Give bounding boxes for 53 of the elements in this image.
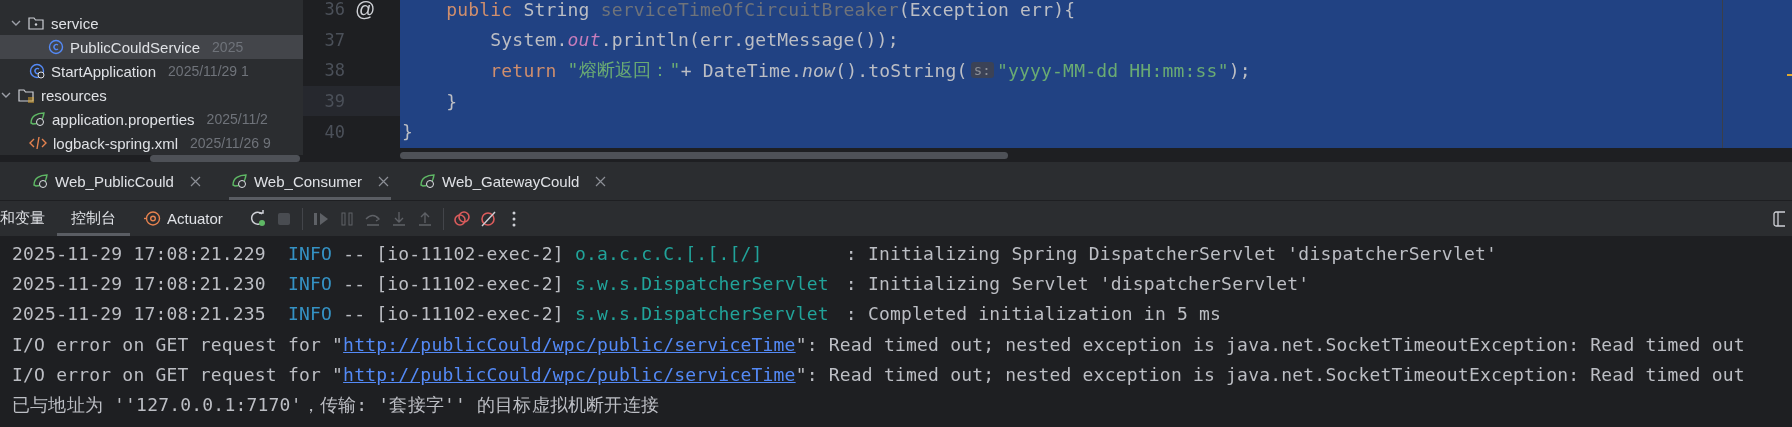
leaf-icon <box>230 173 248 189</box>
log-line: 2025-11-29 17:08:21.235 INFO -- [io-11102-exec-2] s.w.s.DispatcherServlet : Completed initialization in 5 ms <box>12 302 1223 327</box>
item-label: application.properties <box>52 110 195 128</box>
layout-icon[interactable] <box>1773 210 1785 227</box>
tree-item[interactable]: logback-spring.xml 2025/11/26 9 <box>0 131 303 155</box>
item-label: StartApplication <box>51 62 157 80</box>
folder-icon <box>18 87 35 103</box>
breakpoints-icon[interactable] <box>452 209 471 228</box>
message-text: ": Read timed out; nested exception is java.net.SocketTimeoutException: Read timed out <box>795 333 1745 355</box>
class-icon <box>48 39 64 55</box>
modified-date: 2025/11/2 <box>206 111 268 127</box>
code-tag-icon <box>29 136 47 150</box>
close-icon[interactable] <box>189 175 201 187</box>
log-line: 2025-11-29 17:08:21.230 INFO -- [io-11102-exec-2] s.w.s.DispatcherServlet : Initializing Servlet 'dispatcherServlet' <box>12 271 1311 296</box>
run-tab[interactable]: Web_GatewayCould <box>417 162 609 200</box>
class-icon <box>29 63 45 79</box>
target-icon <box>144 210 161 227</box>
scrollbar-thumb[interactable] <box>400 151 1008 159</box>
log-line: 2025-11-29 17:08:21.229 INFO -- [io-11102-exec-2] o.a.c.c.C.[.[.[/] : Initializing Spring DispatcherServlet 'dispatcherServlet' <box>12 241 1499 266</box>
mute-breakpoints-icon[interactable] <box>478 209 497 228</box>
leaf-icon <box>32 173 49 189</box>
override-marker[interactable]: @ <box>355 0 376 21</box>
code-line: return "熔断返回："+ DateTime.now().toString( s: "yyyy-MM-dd HH:mm:ss"); <box>489 58 1252 83</box>
url-link[interactable]: http://publicCould/wpc/public/serviceTime <box>343 333 796 355</box>
item-label: logback-spring.xml <box>53 134 179 152</box>
message-text: I/O error on GET request for " <box>12 333 344 355</box>
message-text: I/O error on GET request for " <box>12 363 344 385</box>
close-icon[interactable] <box>595 175 607 187</box>
code-line: } <box>445 89 459 114</box>
disconnect-message: 已与地址为 ''127.0.0.1:7170'，传输: '套接字'' 的目标虚拟机断开连接 <box>12 392 661 417</box>
close-icon[interactable] <box>378 175 390 187</box>
code-line: System.out.println(err.getMessage()); <box>489 28 900 53</box>
leaf-icon <box>419 173 437 189</box>
console-tab[interactable]: 和变量 <box>0 201 45 236</box>
code-line: public String serviceTimeOfCircuitBreaker(Exception err){ <box>445 0 1077 22</box>
tree-item[interactable]: service <box>0 11 303 35</box>
message-text: ": Read timed out; nested exception is java.net.SocketTimeoutException: Read timed out <box>795 363 1745 385</box>
leaf-icon <box>29 111 46 127</box>
modified-date: 2025/11/29 1 <box>168 63 249 79</box>
console-tab[interactable]: Actuator <box>130 201 237 236</box>
run-tab[interactable]: Web_PublicCould <box>30 162 203 200</box>
code-line: } <box>402 120 415 145</box>
folder-icon <box>28 15 45 31</box>
rerun-icon[interactable] <box>248 209 267 228</box>
tree-item[interactable]: application.properties 2025/11/2 <box>0 107 303 131</box>
item-label: service <box>51 14 99 32</box>
tree-item[interactable]: StartApplication 2025/11/29 1 <box>0 59 303 83</box>
tree-item[interactable]: resources <box>0 83 303 107</box>
modified-date: 2025/11/26 9 <box>190 135 271 151</box>
item-label: resources <box>41 86 107 104</box>
url-link[interactable]: http://publicCould/wpc/public/serviceTime <box>343 363 796 385</box>
scrollbar-thumb[interactable] <box>150 155 300 162</box>
item-label: PublicCouldService <box>70 38 201 56</box>
